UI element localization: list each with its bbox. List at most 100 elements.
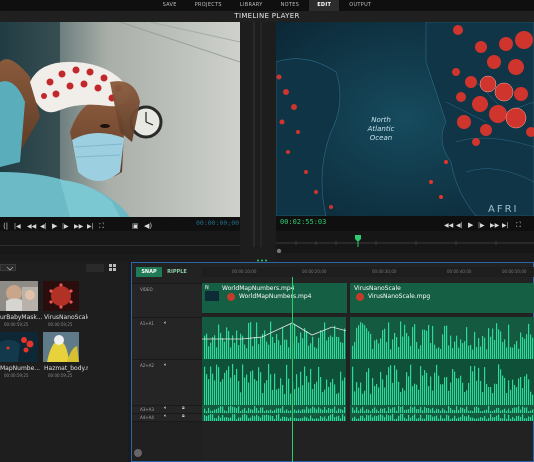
- waveform-bar: [392, 339, 394, 359]
- play-icon[interactable]: ▶: [52, 222, 58, 230]
- waveform-bar: [462, 382, 464, 405]
- speaker-icon[interactable]: 🔈︎: [164, 413, 167, 419]
- waveform-bar: [206, 333, 208, 359]
- prog-step-back-icon[interactable]: ◀|: [456, 222, 463, 229]
- prog-ff-icon[interactable]: ▶▶: [490, 222, 500, 229]
- speaker-icon[interactable]: 🔈︎: [164, 320, 167, 326]
- nav-output[interactable]: OUTPUT: [341, 0, 379, 11]
- nav-library[interactable]: LIBRARY: [232, 0, 271, 11]
- waveform-bar: [508, 324, 510, 359]
- waveform-bar: [498, 364, 500, 405]
- waveform-bar: [434, 416, 436, 421]
- waveform-bar: [506, 393, 508, 405]
- track-header-a4[interactable]: A4+A4 🔈︎ 🔒︎: [132, 413, 202, 421]
- lock-icon[interactable]: 🔒︎: [182, 413, 185, 419]
- track-header-video[interactable]: VIDEO: [132, 283, 202, 317]
- waveform-bar: [506, 347, 508, 359]
- to-end-icon[interactable]: ▶|: [87, 223, 94, 230]
- prog-rewind-icon[interactable]: ◀◀: [444, 222, 454, 229]
- ripple-button[interactable]: RIPPLE: [165, 267, 189, 277]
- nav-edit[interactable]: EDIT: [309, 0, 340, 11]
- waveform-bar: [490, 387, 492, 405]
- waveform-bar: [522, 406, 524, 413]
- waveform-bar: [486, 409, 488, 413]
- waveform-bar: [322, 417, 324, 421]
- waveform-bar: [280, 408, 282, 413]
- timeline-scroll-handle[interactable]: [134, 449, 142, 457]
- film-icon[interactable]: ▣: [132, 222, 139, 230]
- waveform-bar: [312, 418, 314, 421]
- timeline-panel[interactable]: SNAP RIPPLE 00:00:10;00 00:00:20;00 00:0…: [131, 262, 534, 462]
- timeline-ruler[interactable]: 00:00:10;00 00:00:20;00 00:00:30;00 00:0…: [202, 267, 534, 277]
- timeline-playhead[interactable]: [292, 277, 293, 462]
- waveform-bar: [298, 409, 300, 413]
- step-back-icon[interactable]: ◀|: [40, 223, 47, 230]
- waveform-bar: [362, 407, 364, 413]
- waveform-bar: [526, 374, 528, 405]
- grid-view-icon[interactable]: [108, 263, 118, 273]
- playhead-marker-icon[interactable]: [355, 235, 361, 242]
- waveform-bar: [262, 414, 264, 421]
- to-start-icon[interactable]: |◀: [14, 223, 21, 230]
- viewer-divider[interactable]: [240, 22, 276, 262]
- bin-item-thumb-virus[interactable]: [43, 281, 79, 311]
- waveform-bar: [260, 417, 262, 421]
- speaker-icon[interactable]: 🔈︎: [164, 362, 167, 368]
- bin-item-thumb-babymask[interactable]: [0, 281, 38, 311]
- speaker-icon[interactable]: 🔈︎: [164, 405, 167, 411]
- fast-forward-icon[interactable]: ▶▶: [74, 223, 84, 230]
- waveform-bar: [312, 389, 314, 405]
- source-viewer[interactable]: [0, 22, 240, 217]
- nav-notes[interactable]: NOTES: [273, 0, 308, 11]
- prog-step-fwd-icon[interactable]: |▶: [478, 222, 485, 229]
- program-viewer[interactable]: North Atlantic Ocean AFRI: [276, 22, 534, 216]
- waveform-bar: [532, 414, 534, 421]
- waveform-bar: [426, 408, 428, 413]
- snap-button[interactable]: SNAP: [136, 267, 162, 277]
- program-scrubber[interactable]: [276, 231, 534, 254]
- waveform-bar: [464, 416, 466, 421]
- waveform-bar: [480, 411, 482, 413]
- drag-handle-icon[interactable]: [256, 247, 268, 262]
- waveform-bar: [246, 374, 248, 405]
- track-header-a2[interactable]: A2+A2 🔈︎: [132, 359, 202, 405]
- waveform-bar: [502, 418, 504, 421]
- waveform-bar: [314, 383, 316, 405]
- waveform-bar: [436, 364, 438, 405]
- scrub-start-handle[interactable]: [276, 248, 282, 254]
- waveform-bar: [524, 338, 526, 359]
- bin-filter-toggle[interactable]: [86, 264, 104, 272]
- jog-icon[interactable]: ⟨|: [3, 222, 8, 230]
- audio-waveforms[interactable]: [202, 317, 534, 421]
- waveform-bar: [274, 342, 276, 359]
- waveform-bar: [344, 377, 346, 405]
- waveform-bar: [430, 409, 432, 413]
- video-clip-virus[interactable]: VirusNanoScale VirusNanoScale.mpg: [350, 283, 534, 313]
- waveform-bar: [320, 416, 322, 421]
- nav-save[interactable]: SAVE: [155, 0, 185, 11]
- video-clip-worldmap[interactable]: N WorldMapNumbers.mp4 WorldMapNumbers.mp…: [202, 283, 347, 313]
- waveform-bar: [452, 409, 454, 413]
- volume-icon[interactable]: ◀): [144, 222, 152, 230]
- bin-item-thumb-worldmap[interactable]: [0, 332, 38, 362]
- prog-end-icon[interactable]: ▶|: [502, 222, 509, 229]
- waveform-bar: [412, 386, 414, 405]
- prog-play-icon[interactable]: ▶: [468, 221, 474, 229]
- rewind-icon[interactable]: ◀◀: [27, 223, 37, 230]
- bin-item-thumb-hazmat[interactable]: [43, 332, 79, 362]
- step-forward-icon[interactable]: |▶: [62, 223, 69, 230]
- waveform-bar: [314, 418, 316, 421]
- waveform-bar: [528, 411, 530, 413]
- waveform-bar: [254, 416, 256, 421]
- track-header-a3[interactable]: A3+A3 🔈︎ 🔒︎: [132, 405, 202, 413]
- waveform-bar: [490, 414, 492, 421]
- track-header-a1[interactable]: A1+A1 🔈︎: [132, 317, 202, 359]
- nav-projects[interactable]: PROJECTS: [187, 0, 230, 11]
- waveform-bar: [438, 418, 440, 421]
- fullscreen-icon[interactable]: ⛶: [99, 222, 104, 230]
- prog-fullscreen-icon[interactable]: ⛶: [516, 221, 521, 229]
- waveform-bar: [304, 409, 306, 413]
- bin-dropdown[interactable]: [0, 264, 16, 271]
- source-scrub-area[interactable]: [0, 231, 240, 255]
- lock-icon[interactable]: 🔒︎: [182, 405, 185, 411]
